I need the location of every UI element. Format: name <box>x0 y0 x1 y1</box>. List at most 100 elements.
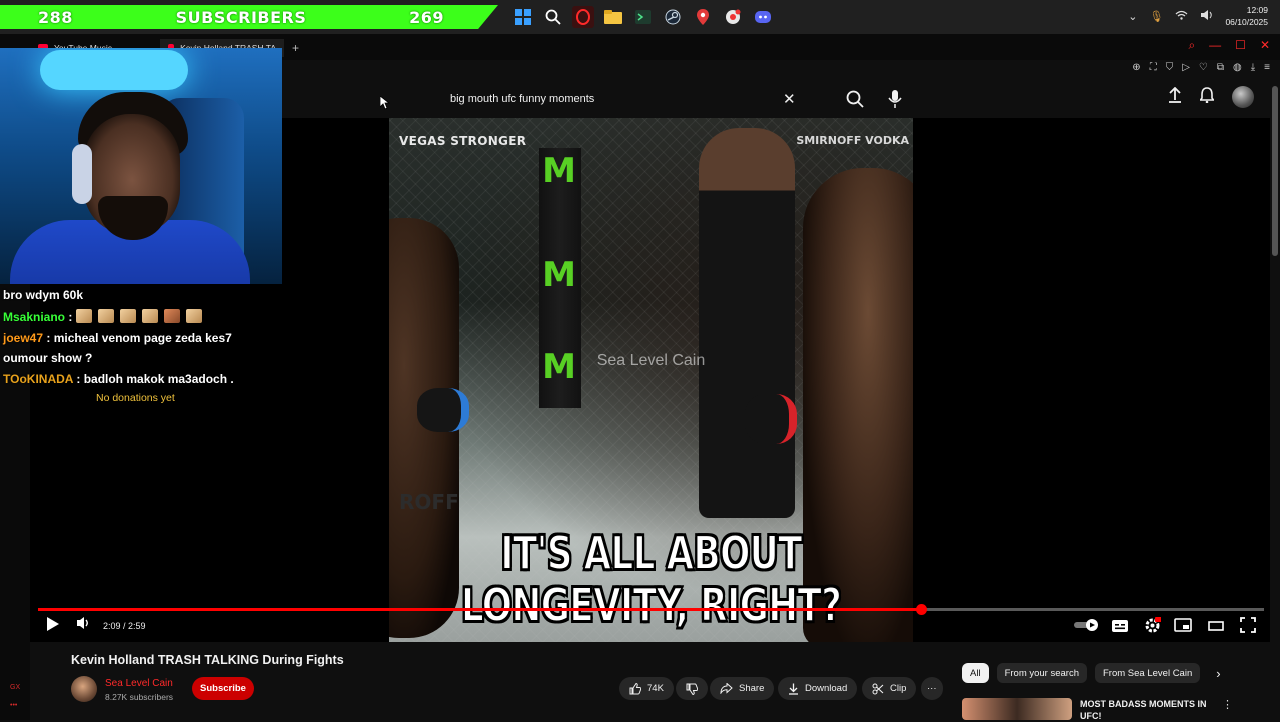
chip-from-your-search[interactable]: From your search <box>996 663 1087 683</box>
channel-avatar[interactable] <box>71 676 97 702</box>
close-icon[interactable]: ✕ <box>1260 38 1270 53</box>
related-filter-chips: All From your search From Sea Level Cain… <box>962 663 1229 683</box>
window-controls: ⌕ — ☐ ✕ <box>1188 38 1270 53</box>
thumbs-up-icon <box>629 682 641 694</box>
video-title: Kevin Holland TRASH TALKING During Fight… <box>71 653 344 667</box>
profile-icon[interactable]: ◍ <box>1233 62 1242 73</box>
clip-label: Clip <box>890 683 907 694</box>
steam-icon[interactable] <box>662 6 684 28</box>
channel-name[interactable]: Sea Level Cain <box>105 678 173 689</box>
clear-search-icon[interactable]: ✕ <box>783 90 796 108</box>
banner-left-count: 288 <box>38 7 73 27</box>
new-tab-button[interactable]: + <box>284 39 307 57</box>
monster-logo-icon: M <box>542 255 576 295</box>
puzzle-icon[interactable]: ⧉ <box>1217 62 1224 73</box>
banner-label: SUBSCRIBERS <box>175 7 307 27</box>
clock[interactable]: 12:09 06/10/2025 <box>1225 4 1268 28</box>
streamer-webcam <box>0 48 282 284</box>
wifi-icon[interactable] <box>1175 10 1188 23</box>
chip-all[interactable]: All <box>962 663 989 683</box>
windows-start-icon[interactable] <box>512 6 534 28</box>
settings-gear-icon[interactable] <box>1144 617 1162 637</box>
maximize-icon[interactable]: ☐ <box>1235 38 1246 53</box>
more-actions-button[interactable]: ··· <box>921 677 943 700</box>
play-button[interactable] <box>46 616 60 635</box>
search-icon[interactable] <box>542 6 564 28</box>
search-tabs-icon[interactable]: ⌕ <box>1188 38 1195 53</box>
chat-username: TOoKINADA <box>3 372 73 386</box>
subscribe-button[interactable]: Subscribe <box>192 677 254 700</box>
like-count: 74K <box>647 683 664 694</box>
clock-time: 12:09 <box>1246 5 1268 15</box>
maps-pin-icon[interactable] <box>692 6 714 28</box>
overlay-sponsor-text: SMIRNOFF VODKA <box>796 134 909 147</box>
download-button[interactable]: Download <box>778 677 858 700</box>
fullscreen-button[interactable] <box>1240 617 1256 636</box>
play-icon[interactable]: ▷ <box>1182 62 1190 73</box>
menu-icon[interactable]: ≡ <box>1264 62 1270 73</box>
progress-fill <box>38 608 921 611</box>
video-frame[interactable]: M M M VEGAS STRONGER SMIRNOFF VODKA ROFF… <box>389 118 913 642</box>
file-explorer-icon[interactable] <box>602 6 624 28</box>
emote-icon <box>75 309 92 323</box>
volume-button[interactable] <box>76 616 92 633</box>
no-donations-text: No donations yet <box>96 392 175 404</box>
recommended-thumbnail[interactable] <box>962 698 1072 720</box>
download-icon[interactable]: ⤓ <box>1251 62 1255 73</box>
volume-icon[interactable] <box>1200 9 1213 23</box>
emote-icon <box>141 309 158 323</box>
snapshot-icon[interactable]: ⛶ <box>1150 62 1157 73</box>
clock-date: 06/10/2025 <box>1225 17 1268 27</box>
shield-icon[interactable]: ⛉ <box>1166 62 1174 73</box>
emote-icon <box>97 309 114 323</box>
page-scrollbar[interactable] <box>1272 86 1278 256</box>
subscriber-banner: 288 SUBSCRIBERS 269 <box>0 5 498 29</box>
clip-button[interactable]: Clip <box>862 677 917 700</box>
theater-mode-button[interactable] <box>1208 619 1224 635</box>
taskbar: 288 SUBSCRIBERS 269 ⌄ 🎙 12:09 06/10/2025 <box>0 0 1280 34</box>
share-button[interactable]: Share <box>710 677 775 700</box>
search-icon[interactable] <box>846 90 864 113</box>
search-bar[interactable]: big mouth ufc funny moments ✕ <box>438 84 902 116</box>
like-button[interactable]: 74K <box>619 677 674 700</box>
channel-subscriber-count: 8.27K subscribers <box>105 692 174 702</box>
sidebar-more-icon[interactable]: ••• <box>10 702 17 709</box>
terminal-icon[interactable] <box>632 6 654 28</box>
autoplay-toggle[interactable] <box>1074 618 1100 635</box>
miniplayer-button[interactable] <box>1174 618 1192 635</box>
microphone-icon[interactable]: 🎙 <box>1149 10 1163 23</box>
account-avatar[interactable] <box>1232 86 1254 108</box>
search-input[interactable]: big mouth ufc funny moments <box>450 93 594 105</box>
floor-sponsor-text: ROFF <box>399 490 459 514</box>
caption-line-1: IT'S ALL ABOUT <box>499 526 803 580</box>
pin-icon[interactable]: ⊕ <box>1132 62 1140 73</box>
recommended-title[interactable]: MOST BADASS MOMENTS IN UFC! <box>1080 698 1210 722</box>
chat-message: bro wdym 60k <box>3 284 273 306</box>
chevron-right-icon[interactable]: › <box>1208 663 1228 683</box>
chrome-icon[interactable] <box>722 6 744 28</box>
minimize-icon[interactable]: — <box>1209 38 1221 53</box>
share-icon <box>720 683 733 694</box>
subtitles-button[interactable] <box>1112 619 1128 635</box>
emote-icon <box>119 309 136 323</box>
discord-icon[interactable] <box>752 6 774 28</box>
progress-bar[interactable] <box>38 604 1264 615</box>
recommended-menu-icon[interactable]: ⋮ <box>1222 698 1233 711</box>
heart-icon[interactable]: ♡ <box>1199 62 1208 73</box>
chat-username: joew47 <box>3 331 44 345</box>
voice-search-icon[interactable] <box>888 90 902 113</box>
notifications-bell-icon[interactable] <box>1198 86 1216 108</box>
monster-logo-icon: M <box>542 151 576 191</box>
chat-message: joew47 : micheal venom page zeda kes7 ou… <box>3 331 232 365</box>
chat-overlay: bro wdym 60k Msakniano : joew47 : michea… <box>3 284 273 390</box>
dislike-button[interactable] <box>676 677 708 700</box>
opera-icon[interactable] <box>572 6 594 28</box>
glove-right <box>745 394 797 444</box>
emote-icon <box>185 309 202 323</box>
chat-text: bro wdym 60k <box>3 288 84 302</box>
chip-from-channel[interactable]: From Sea Level Cain <box>1095 663 1201 683</box>
sidebar-glyph-icon[interactable]: GX <box>10 684 20 691</box>
upload-icon[interactable] <box>1168 86 1182 108</box>
overlay-vegas-text: VEGAS STRONGER <box>399 134 527 148</box>
chevron-up-icon[interactable]: ⌄ <box>1128 10 1137 23</box>
